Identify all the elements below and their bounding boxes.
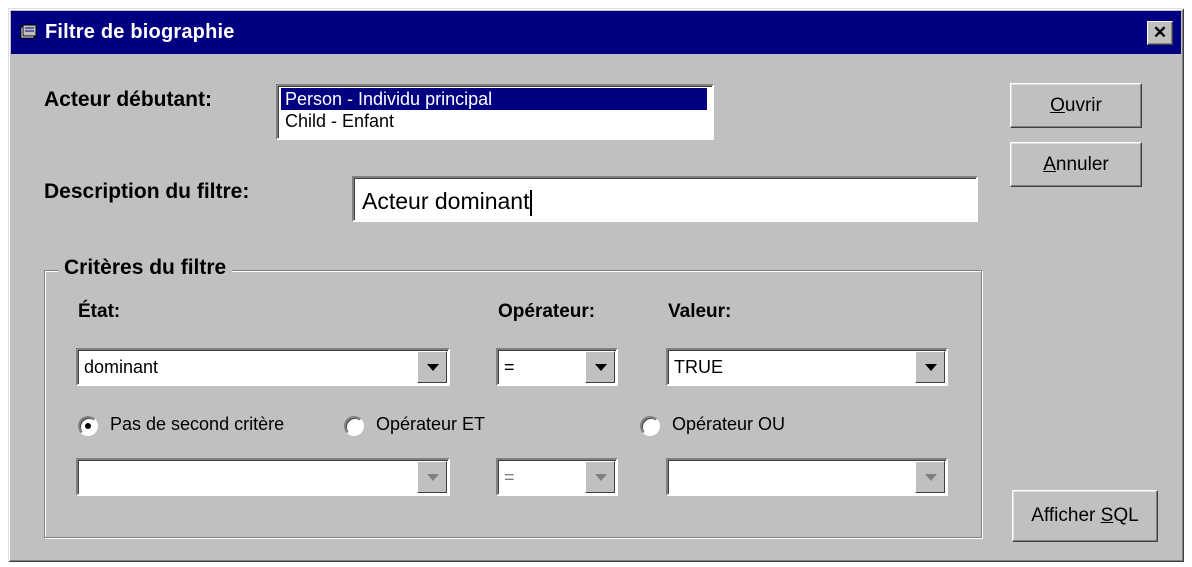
chevron-down-icon[interactable] <box>915 351 945 383</box>
chevron-down-icon <box>585 461 615 493</box>
radio-or-label: Opérateur OU <box>672 414 786 434</box>
afficher-sql-label: QL <box>1113 505 1139 526</box>
title-bar[interactable]: Filtre de biographie ✕ <box>11 11 1181 54</box>
operateur-value: = <box>504 357 515 377</box>
description-label: Description du filtre: <box>44 180 250 203</box>
description-value: Acteur dominant <box>362 188 530 214</box>
etat2-combo <box>76 458 450 496</box>
radio-or[interactable] <box>640 416 660 436</box>
operateur-label: Opérateur: <box>498 301 596 322</box>
radio-selected-dot <box>85 423 91 429</box>
valeur-combo[interactable]: TRUE <box>666 348 948 386</box>
radio-no-second-label: Pas de second critère <box>110 414 285 434</box>
list-item[interactable]: Child - Enfant <box>281 110 394 132</box>
valeur-value: TRUE <box>674 357 723 377</box>
etat-combo[interactable]: dominant <box>76 348 450 386</box>
valeur2-combo <box>666 458 948 496</box>
radio-no-second[interactable] <box>78 416 98 436</box>
ouvrir-mnemonic: O <box>1050 95 1065 116</box>
chevron-down-icon <box>417 461 447 493</box>
chevron-down-icon[interactable] <box>417 351 447 383</box>
afficher-sql-button[interactable]: Afficher SQL <box>1012 490 1158 542</box>
ouvrir-button[interactable]: Ouvrir <box>1010 83 1142 128</box>
afficher-sql-mnemonic: S <box>1100 505 1114 526</box>
annuler-mnemonic: A <box>1043 154 1056 175</box>
chevron-down-icon <box>915 461 945 493</box>
close-icon[interactable]: ✕ <box>1147 21 1173 45</box>
criteria-group-title: Critères du filtre <box>58 256 233 280</box>
acteur-listbox[interactable]: Person - Individu principal Child - Enfa… <box>276 84 714 140</box>
operateur2-combo: = <box>496 458 618 496</box>
operateur-combo[interactable]: = <box>496 348 618 386</box>
operateur2-value: = <box>504 467 515 487</box>
etat-label: État: <box>78 301 121 322</box>
description-input[interactable]: Acteur dominant <box>352 176 978 222</box>
radio-and-label: Opérateur ET <box>376 414 486 434</box>
annuler-label: nnuler <box>1055 154 1109 175</box>
annuler-button[interactable]: Annuler <box>1010 142 1142 187</box>
list-item[interactable]: Person - Individu principal <box>281 88 707 110</box>
afficher-sql-prefix: Afficher <box>1031 505 1101 526</box>
book-icon <box>20 24 37 39</box>
acteur-label: Acteur débutant: <box>44 88 212 111</box>
text-caret <box>530 189 533 216</box>
chevron-down-icon[interactable] <box>585 351 615 383</box>
window-title: Filtre de biographie <box>45 21 235 43</box>
radio-and[interactable] <box>344 416 364 436</box>
valeur-label: Valeur: <box>668 301 732 322</box>
ouvrir-label: uvrir <box>1064 95 1102 116</box>
etat-value: dominant <box>84 357 159 377</box>
